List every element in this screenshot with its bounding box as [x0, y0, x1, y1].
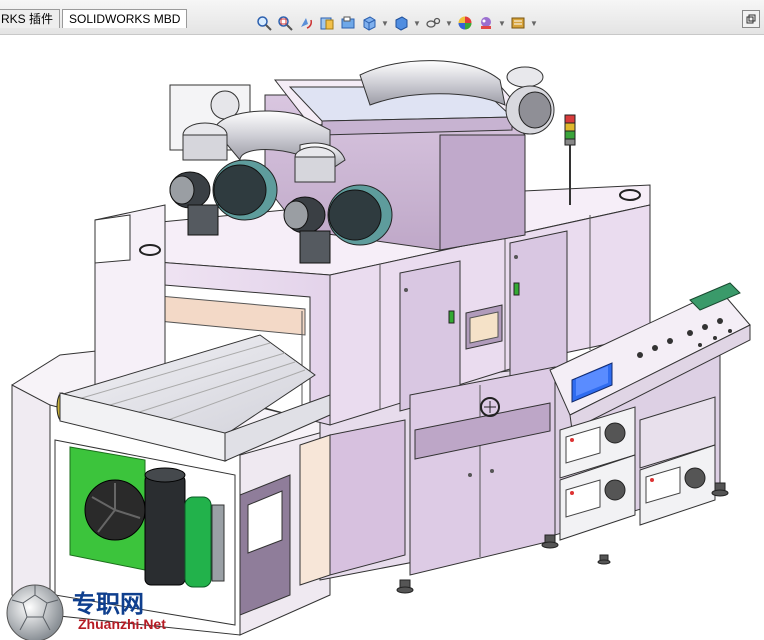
lower-cabinet — [409, 366, 556, 576]
zoom-to-fit-icon[interactable] — [255, 14, 273, 32]
view-settings-dropdown-icon[interactable]: ▼ — [530, 14, 538, 32]
section-view-icon[interactable] — [318, 14, 336, 32]
hide-show-items-icon[interactable] — [424, 14, 442, 32]
tab-solidworks-addins[interactable]: RKS 插件 — [0, 9, 61, 28]
previous-view-icon[interactable] — [297, 14, 315, 32]
watermark-url: Zhuanzhi.Net — [78, 616, 166, 632]
watermark-logo — [6, 584, 64, 640]
uv-curing-machine-model — [6, 60, 751, 640]
graphics-area[interactable]: 专职网 Zhuanzhi.Net — [0, 35, 764, 640]
apply-scene-dropdown-icon[interactable]: ▼ — [498, 14, 506, 32]
tab-solidworks-mbd[interactable]: SOLIDWORKS MBD — [62, 9, 188, 28]
edit-appearance-icon[interactable] — [456, 14, 474, 32]
view-orientation-icon[interactable] — [360, 14, 378, 32]
zoom-area-icon[interactable] — [276, 14, 294, 32]
dynamic-annotation-icon[interactable] — [339, 14, 357, 32]
restore-window-icon[interactable] — [742, 10, 760, 28]
hide-show-dropdown-icon[interactable]: ▼ — [445, 14, 453, 32]
view-orientation-dropdown-icon[interactable]: ▼ — [381, 14, 389, 32]
command-tabs: RKS 插件 SOLIDWORKS MBD — [0, 9, 189, 29]
heads-up-view-toolbar: ▼ ▼ ▼ ▼ ▼ — [255, 12, 538, 34]
display-style-icon[interactable] — [392, 14, 410, 32]
display-style-dropdown-icon[interactable]: ▼ — [413, 14, 421, 32]
apply-scene-icon[interactable] — [477, 14, 495, 32]
watermark-title: 专职网 — [72, 590, 144, 618]
command-manager-bar: RKS 插件 SOLIDWORKS MBD ▼ ▼ ▼ ▼ ▼ — [0, 0, 764, 35]
view-settings-icon[interactable] — [509, 14, 527, 32]
